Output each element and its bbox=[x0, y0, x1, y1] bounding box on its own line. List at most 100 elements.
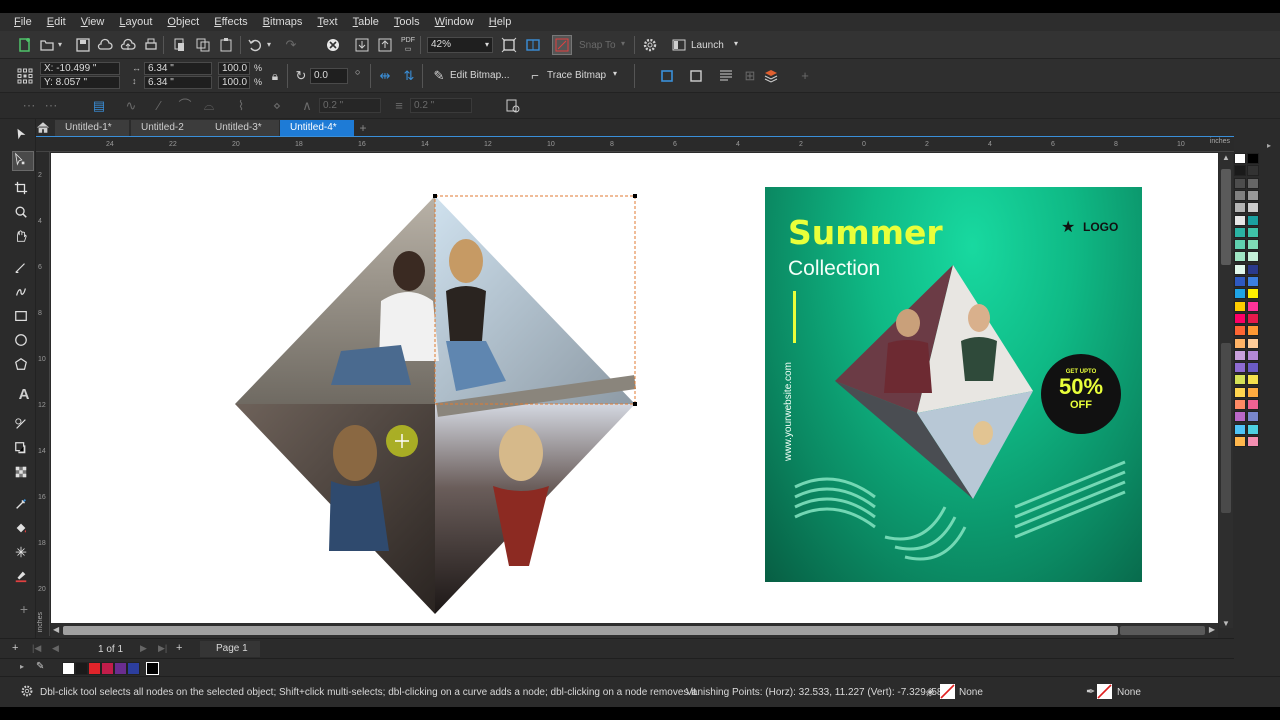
cut-icon[interactable] bbox=[171, 36, 189, 54]
palette-swatch[interactable] bbox=[1234, 435, 1246, 447]
first-page-icon[interactable]: |◀ bbox=[32, 643, 41, 654]
palette-swatch[interactable] bbox=[1247, 263, 1259, 275]
palette-swatch[interactable] bbox=[1234, 189, 1246, 201]
menu-help[interactable]: Help bbox=[489, 16, 512, 28]
tab-untitled-1[interactable]: Untitled-1* bbox=[55, 120, 129, 136]
palette-swatch[interactable] bbox=[1234, 214, 1246, 226]
palette-swatch[interactable] bbox=[1234, 251, 1246, 263]
palette-swatch[interactable] bbox=[1234, 263, 1246, 275]
palette-swatch[interactable] bbox=[1234, 239, 1246, 251]
last-page-icon[interactable]: ▶| bbox=[158, 643, 167, 654]
interactive-fill-icon[interactable] bbox=[14, 521, 34, 541]
palette-swatch[interactable] bbox=[1247, 423, 1259, 435]
palette-swatch[interactable] bbox=[1234, 325, 1246, 337]
node-icon[interactable]: ⋯ bbox=[42, 97, 60, 115]
palette-swatch[interactable] bbox=[1247, 288, 1259, 300]
width-field[interactable]: 6.34 " bbox=[144, 62, 212, 75]
palette-swatch[interactable] bbox=[1247, 362, 1259, 374]
menu-view[interactable]: View bbox=[81, 16, 105, 28]
symmetric-icon[interactable]: ⋄ bbox=[268, 97, 286, 115]
palette-swatch[interactable] bbox=[1247, 349, 1259, 361]
resample-icon[interactable] bbox=[687, 67, 705, 85]
offset-field-2[interactable]: 0.2 " bbox=[410, 98, 472, 113]
search-content-icon[interactable] bbox=[324, 36, 342, 54]
cloud-upload-icon[interactable] bbox=[119, 36, 137, 54]
palette-swatch[interactable] bbox=[1247, 214, 1259, 226]
document-palette-swatch[interactable] bbox=[114, 662, 127, 675]
palette-swatch[interactable] bbox=[1247, 312, 1259, 324]
palette-swatch[interactable] bbox=[1247, 337, 1259, 349]
summer-poster[interactable]: Summer Collection www.yourwebsite.com ★ … bbox=[765, 187, 1142, 582]
edit-bitmap-button[interactable]: Edit Bitmap... bbox=[450, 70, 509, 81]
drop-shadow-icon[interactable] bbox=[14, 441, 34, 461]
curve-icon[interactable]: ∿ bbox=[122, 97, 140, 115]
outline-swatch[interactable] bbox=[1097, 684, 1112, 699]
export-icon[interactable] bbox=[376, 36, 394, 54]
eyedropper-icon[interactable] bbox=[14, 497, 34, 517]
y-position-field[interactable]: Y: 8.057 " bbox=[40, 76, 120, 89]
palette-swatch[interactable] bbox=[1247, 399, 1259, 410]
offset-field-1[interactable]: 0.2 " bbox=[319, 98, 381, 113]
tab-untitled-2[interactable]: Untitled-2 bbox=[131, 120, 205, 136]
palette-swatch[interactable] bbox=[1234, 399, 1246, 410]
palette-swatch[interactable] bbox=[1234, 202, 1246, 214]
pan-tool-icon[interactable] bbox=[14, 229, 34, 249]
align-icon[interactable]: ⊞ bbox=[741, 67, 759, 85]
copy-icon[interactable] bbox=[194, 36, 212, 54]
settings-object-icon[interactable] bbox=[504, 97, 522, 115]
crop-tool-icon[interactable] bbox=[14, 181, 34, 201]
palette-swatch[interactable] bbox=[1234, 411, 1246, 423]
cusp-icon[interactable]: ∧ bbox=[298, 97, 316, 115]
document-palette-swatch[interactable] bbox=[146, 662, 159, 675]
import-icon[interactable] bbox=[353, 36, 371, 54]
freehand-tool-icon[interactable] bbox=[14, 261, 34, 281]
lock-ratio-icon[interactable]: 🔒︎ bbox=[266, 67, 284, 85]
select-all-nodes-icon[interactable]: ▤ bbox=[90, 97, 108, 115]
palette-swatch[interactable] bbox=[1234, 374, 1246, 386]
palette-swatch[interactable] bbox=[1247, 300, 1259, 312]
palette-swatch[interactable] bbox=[1234, 312, 1246, 324]
palette-swatch[interactable] bbox=[1247, 374, 1259, 386]
palette-swatch[interactable] bbox=[1247, 325, 1259, 337]
palette-swatch[interactable] bbox=[1234, 423, 1246, 435]
rectangle-tool-icon[interactable] bbox=[14, 309, 34, 329]
palette-swatch[interactable] bbox=[1247, 435, 1259, 447]
palette-swatch[interactable] bbox=[1247, 177, 1259, 189]
palette-swatch[interactable] bbox=[1234, 177, 1246, 189]
scale-height-field[interactable]: 100.0 bbox=[218, 76, 250, 89]
save-icon[interactable] bbox=[74, 36, 92, 54]
reduce-nodes-icon[interactable]: ≡ bbox=[390, 97, 408, 115]
scroll-thumb[interactable] bbox=[1221, 169, 1231, 265]
chevron-up-icon[interactable]: ▲ bbox=[1222, 153, 1230, 162]
document-palette-swatch[interactable] bbox=[101, 662, 114, 675]
launch-button[interactable]: Launch bbox=[691, 40, 724, 51]
palette-swatch[interactable] bbox=[1247, 226, 1259, 238]
new-tab-icon[interactable]: + bbox=[357, 121, 369, 135]
previous-page-icon[interactable]: ◀ bbox=[52, 643, 59, 654]
text-wrap-icon[interactable] bbox=[717, 67, 735, 85]
text-tool-icon[interactable]: A bbox=[14, 387, 34, 407]
open-folder-icon[interactable] bbox=[38, 36, 56, 54]
fill-swatch[interactable] bbox=[940, 684, 955, 699]
palette-swatch[interactable] bbox=[1234, 349, 1246, 361]
palette-swatch[interactable] bbox=[1234, 276, 1246, 287]
palette-swatch[interactable] bbox=[1247, 251, 1259, 263]
chevron-right-icon[interactable]: ▶ bbox=[1209, 625, 1215, 634]
add-page-icon[interactable]: + bbox=[12, 642, 18, 654]
document-palette-swatch[interactable] bbox=[62, 662, 75, 675]
menu-table[interactable]: Table bbox=[353, 16, 379, 28]
menu-effects[interactable]: Effects bbox=[214, 16, 247, 28]
menu-tools[interactable]: Tools bbox=[394, 16, 420, 28]
palette-swatch[interactable] bbox=[1234, 362, 1246, 374]
reference-point-icon[interactable] bbox=[16, 67, 34, 85]
new-document-icon[interactable] bbox=[16, 36, 34, 54]
chevron-right-icon[interactable]: ▸ bbox=[1267, 141, 1271, 150]
palette-swatch[interactable] bbox=[1234, 386, 1246, 398]
trace-bitmap-button[interactable]: Trace Bitmap bbox=[547, 70, 606, 81]
selection-handle[interactable] bbox=[433, 194, 437, 198]
transparency-icon[interactable] bbox=[14, 465, 34, 485]
arrange-layers-icon[interactable] bbox=[762, 67, 780, 85]
smooth-icon[interactable]: ⌇ bbox=[232, 97, 250, 115]
chevron-left-icon[interactable]: ◀ bbox=[53, 625, 59, 634]
line-icon[interactable]: ∕ bbox=[150, 97, 168, 115]
